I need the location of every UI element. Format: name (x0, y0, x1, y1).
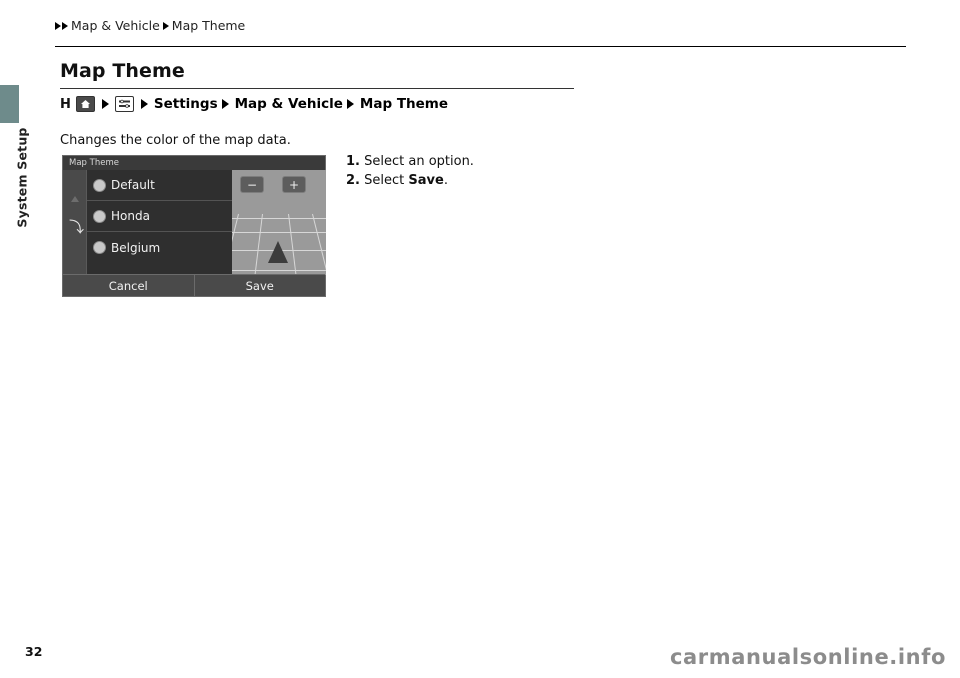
map-grid-line (254, 213, 263, 275)
device-button-bar: Cancel Save (63, 274, 325, 296)
vehicle-position-icon (268, 241, 288, 263)
map-grid-line (232, 270, 326, 271)
navigation-path: H Settings Map & Vehicle Map Theme (60, 96, 448, 112)
step-number: 2. (346, 173, 360, 188)
breadcrumb-item-1: Map & Vehicle (71, 18, 160, 33)
zoom-in-button[interactable]: + (282, 176, 306, 193)
nav-item-map-and-vehicle[interactable]: Map & Vehicle (235, 96, 343, 112)
option-list: Default Honda Belgium (87, 170, 232, 275)
map-grid-line (288, 213, 297, 275)
scrollbar[interactable]: ⤵ (63, 170, 87, 275)
list-item: 1. Select an option. (346, 154, 474, 169)
scroll-down-icon[interactable]: ⤵ (69, 220, 84, 235)
option-label: Default (111, 178, 155, 192)
nav-separator-icon-4 (346, 99, 354, 109)
option-row-default[interactable]: Default (87, 170, 232, 201)
nav-separator-icon-1 (101, 99, 109, 109)
option-label: Honda (111, 209, 150, 223)
map-grid-line (312, 213, 326, 274)
device-screenshot: Map Theme ⤵ Default Honda Belgium − + Ca (62, 155, 326, 297)
zoom-out-button[interactable]: − (240, 176, 264, 193)
section-tab-label: System Setup (14, 127, 30, 228)
option-row-honda[interactable]: Honda (87, 201, 232, 232)
step-tail: . (443, 173, 448, 188)
map-preview: − + (232, 170, 326, 275)
radio-icon[interactable] (93, 209, 106, 223)
nav-separator-icon-3 (221, 99, 229, 109)
title-divider (60, 88, 574, 89)
header-divider (55, 46, 906, 47)
nav-item-settings[interactable]: Settings (154, 96, 218, 112)
cancel-button[interactable]: Cancel (63, 274, 195, 296)
radio-icon[interactable] (93, 241, 106, 254)
map-grid-line (232, 232, 326, 233)
breadcrumb: Map & Vehicle Map Theme (55, 18, 245, 33)
watermark: carmanualsonline.info (669, 645, 946, 669)
steps-list: 1. Select an option. 2. Select Save. (346, 154, 474, 192)
step-text: Select (364, 173, 409, 188)
option-row-belgium[interactable]: Belgium (87, 232, 232, 263)
settings-menu-icon[interactable] (114, 96, 134, 112)
nav-item-map-theme[interactable]: Map Theme (360, 96, 448, 112)
nav-separator-icon-2 (140, 99, 148, 109)
map-grid-line (232, 218, 326, 219)
scroll-up-icon[interactable] (71, 196, 79, 202)
step-text: Select an option. (364, 154, 474, 169)
save-button[interactable]: Save (194, 274, 325, 296)
breadcrumb-arrow-icon (55, 21, 61, 30)
breadcrumb-item-2: Map Theme (171, 18, 246, 33)
step-emphasis: Save (408, 173, 444, 188)
step-number: 1. (346, 154, 360, 169)
steering-wheel-glyph: H (60, 96, 71, 112)
map-grid-line (232, 213, 239, 274)
radio-icon[interactable] (93, 178, 106, 192)
page-number: 32 (25, 644, 43, 659)
breadcrumb-separator-icon (162, 21, 169, 30)
home-icon[interactable] (75, 96, 95, 112)
body-text: Changes the color of the map data. (60, 133, 291, 148)
breadcrumb-arrow-icon-2 (62, 21, 68, 30)
page-title: Map Theme (60, 60, 185, 82)
option-label: Belgium (111, 240, 161, 255)
device-screen-title: Map Theme (69, 158, 119, 168)
list-item: 2. Select Save. (346, 173, 474, 188)
